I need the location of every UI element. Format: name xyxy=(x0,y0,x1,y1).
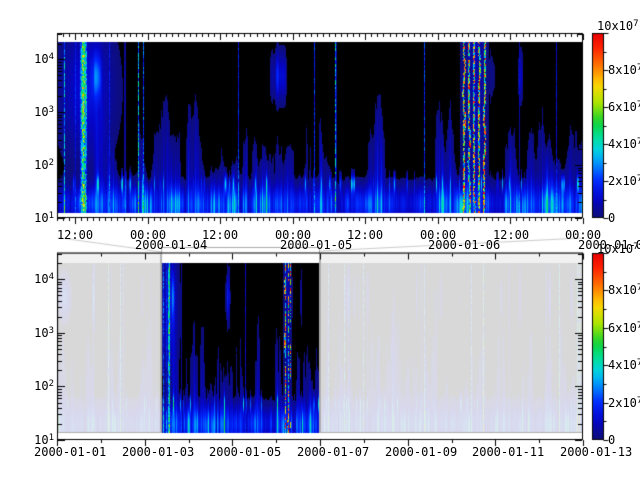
colorbar-tick-base: 6x10 xyxy=(608,100,637,114)
colorbar-tick-base: 4x10 xyxy=(608,358,637,372)
x-date-label: 2000-01-09 xyxy=(385,446,457,458)
colorbar-tick-label: 0 xyxy=(608,212,615,226)
colorbar-tick-base: 10x10 xyxy=(597,19,633,33)
x-date-label: 2000-01-03 xyxy=(122,446,194,458)
x-date-label: 2000-01-07 xyxy=(297,446,369,458)
colorbar-tick-exp: 7 xyxy=(633,242,638,252)
x-tick-label: 12:00 xyxy=(347,229,383,241)
y-tick-exp: 2 xyxy=(49,158,54,168)
colorbar-bottom xyxy=(592,253,604,440)
y-tick-base: 10 xyxy=(34,326,48,340)
x-date-label: 2000-01-11 xyxy=(472,446,544,458)
colorbar-top xyxy=(592,33,604,218)
y-tick-label: 101 xyxy=(34,212,54,226)
colorbar-tick-label: 10x107 xyxy=(597,243,639,257)
selection-region[interactable] xyxy=(161,247,320,433)
colorbar-tick-label: 8x107 xyxy=(608,284,640,298)
colorbar-tick-label: 2x107 xyxy=(608,175,640,189)
y-tick-label: 104 xyxy=(34,53,54,67)
colorbar-tick-base: 6x10 xyxy=(608,321,637,335)
y-tick-exp: 3 xyxy=(49,105,54,115)
colorbar-tick-base: 0 xyxy=(608,433,615,447)
y-tick-base: 10 xyxy=(34,105,48,119)
y-tick-exp: 3 xyxy=(49,326,54,336)
colorbar-tick-label: 8x107 xyxy=(608,64,640,78)
y-tick-base: 10 xyxy=(34,211,48,225)
x-date-label: 2000-01-13 xyxy=(560,446,632,458)
colorbar-tick-base: 2x10 xyxy=(608,396,637,410)
x-tick-label: 12:00 xyxy=(57,229,93,241)
x-tick-label: 12:00 xyxy=(202,229,238,241)
y-tick-label: 104 xyxy=(34,273,54,287)
y-tick-label: 102 xyxy=(34,380,54,394)
spectrogram-figure: 104 103 102 101 12:00 00:00 12:00 00:00 … xyxy=(0,0,640,480)
y-tick-label: 103 xyxy=(34,106,54,120)
y-tick-base: 10 xyxy=(34,379,48,393)
colorbar-tick-base: 0 xyxy=(608,211,615,225)
y-tick-base: 10 xyxy=(34,272,48,286)
y-tick-exp: 1 xyxy=(49,433,54,443)
x-date-label: 2000-01-04 xyxy=(135,239,207,251)
colorbar-tick-exp: 7 xyxy=(633,19,638,29)
y-tick-exp: 1 xyxy=(49,211,54,221)
y-tick-exp: 4 xyxy=(49,272,54,282)
x-date-label: 2000-01-05 xyxy=(280,239,352,251)
y-tick-exp: 4 xyxy=(49,52,54,62)
y-tick-label: 102 xyxy=(34,159,54,173)
colorbar-tick-label: 4x107 xyxy=(608,359,640,373)
y-tick-exp: 2 xyxy=(49,379,54,389)
overview-plot-area[interactable] xyxy=(57,253,583,440)
y-tick-base: 10 xyxy=(34,158,48,172)
colorbar-tick-base: 8x10 xyxy=(608,63,637,77)
colorbar-tick-label: 10x107 xyxy=(597,20,639,34)
colorbar-tick-base: 4x10 xyxy=(608,137,637,151)
colorbar-tick-base: 2x10 xyxy=(608,174,637,188)
x-date-label: 2000-01-05 xyxy=(209,446,281,458)
colorbar-tick-base: 10x10 xyxy=(597,242,633,256)
colorbar-tick-base: 8x10 xyxy=(608,283,637,297)
detail-plot-area xyxy=(57,33,583,218)
colorbar-tick-label: 2x107 xyxy=(608,397,640,411)
colorbar-tick-label: 6x107 xyxy=(608,322,640,336)
colorbar-tick-label: 4x107 xyxy=(608,138,640,152)
x-date-label: 2000-01-01 xyxy=(34,446,106,458)
y-tick-base: 10 xyxy=(34,52,48,66)
x-date-label: 2000-01-06 xyxy=(428,239,500,251)
y-tick-label: 103 xyxy=(34,327,54,341)
colorbar-tick-label: 6x107 xyxy=(608,101,640,115)
colorbar-tick-label: 0 xyxy=(608,434,615,448)
